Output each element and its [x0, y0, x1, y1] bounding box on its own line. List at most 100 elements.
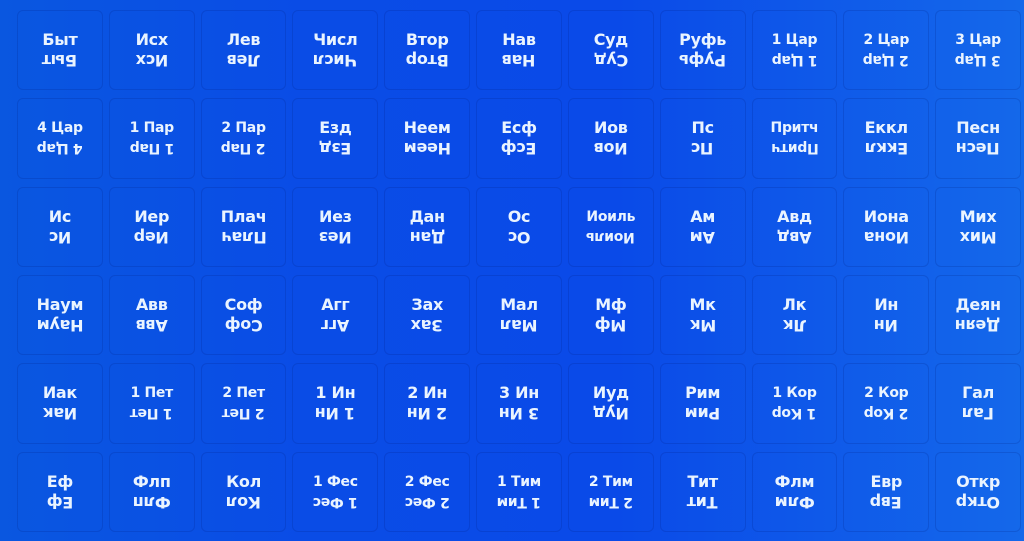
book-tab-label-upside-down: Ин: [874, 316, 899, 336]
book-tab-label: Иоиль: [586, 208, 636, 225]
book-tab-label-upside-down: Агг: [321, 316, 350, 336]
book-tab-label-upside-down: Ис: [48, 227, 72, 247]
book-tab: Наум Наум: [17, 275, 103, 356]
book-tab: Иона Иона: [843, 186, 930, 267]
book-tab: Деян Деян: [935, 275, 1021, 356]
book-tab-label-upside-down: 3 Ин: [499, 404, 539, 424]
book-tab-label-upside-down: Числ: [313, 51, 358, 71]
book-tab-label: Пс: [691, 118, 714, 138]
book-tab-label: Иона: [863, 206, 909, 226]
book-tab-label: 3 Ин: [499, 383, 539, 403]
book-tab: Притч Притч: [751, 98, 838, 179]
book-tab-label: 1 Цар: [771, 32, 818, 49]
book-tab: Иуд Иуд: [567, 363, 654, 444]
book-tab-label: 1 Тим: [497, 473, 541, 490]
book-tab-label-upside-down: Ос: [507, 227, 531, 247]
book-tab-label: Мал: [500, 295, 538, 315]
book-tab-label-upside-down: 1 Тим: [497, 493, 541, 510]
book-tab: 1 Фес 1 Фес: [292, 451, 379, 532]
book-tab-label: Наум: [36, 295, 84, 315]
book-tab-label: 1 Фес: [312, 473, 358, 490]
book-tab-label: 1 Пар: [129, 120, 175, 137]
book-tab-label: Авд: [777, 206, 812, 226]
book-tab-label-upside-down: Руфь: [679, 51, 727, 71]
book-tab-label: Втор: [405, 30, 449, 50]
book-tab-label-upside-down: 2 Ин: [407, 404, 448, 424]
book-tab-label-upside-down: Авд: [777, 227, 812, 247]
book-tab-label: Числ: [313, 30, 358, 50]
book-tab-label: Притч: [770, 120, 819, 137]
book-tab-label: 2 Цар: [863, 32, 910, 49]
book-tab: Руфь Руфь: [659, 10, 746, 91]
book-tab-label: Ин: [874, 295, 899, 315]
book-tab-label-upside-down: 1 Пар: [129, 140, 174, 157]
book-tab-label: Еккл: [864, 118, 908, 138]
book-tab: Ам Ам: [659, 186, 746, 267]
book-tab-label-upside-down: Рим: [685, 404, 721, 424]
book-tab: Соф Соф: [200, 275, 287, 356]
book-tab-label: Кол: [226, 471, 261, 491]
book-tab: Числ Числ: [292, 10, 379, 91]
book-tab: 2 Цар 2 Цар: [843, 10, 930, 91]
book-tab-label-upside-down: 4 Цар: [37, 140, 83, 157]
book-tab-label-upside-down: Лк: [782, 316, 807, 336]
book-tab-label: Лев: [226, 30, 261, 50]
book-tab-label-upside-down: 1 Ин: [315, 404, 356, 424]
book-tab-label: Деян: [955, 295, 1001, 315]
book-tab: Неем Неем: [384, 98, 471, 179]
book-tab-label: Флп: [132, 471, 171, 491]
book-tab-label: Иак: [42, 383, 77, 403]
book-tab: Еф Еф: [17, 451, 103, 532]
book-tab-label-upside-down: Гал: [962, 404, 994, 424]
book-tab: 2 Пар 2 Пар: [200, 98, 287, 179]
book-tab-label-upside-down: Нав: [502, 51, 536, 71]
book-tab: 1 Цар 1 Цар: [751, 10, 838, 91]
book-tab-label-upside-down: Евр: [870, 492, 903, 512]
book-tab: 1 Кор 1 Кор: [751, 363, 838, 444]
book-tab-label: Неем: [403, 118, 451, 138]
book-tab-label-upside-down: Еф: [46, 492, 74, 512]
book-tab: Откр Откр: [935, 451, 1021, 532]
book-tab-label-upside-down: Иоиль: [586, 228, 636, 245]
book-tab-label: Ис: [48, 206, 72, 226]
book-tab-label-upside-down: 2 Пет: [222, 405, 265, 422]
book-tab-label-upside-down: Иак: [42, 404, 77, 424]
book-tab: 2 Пет 2 Пет: [200, 363, 287, 444]
book-tab: Дан Дан: [384, 186, 471, 267]
book-tab-label-upside-down: Притч: [770, 140, 819, 157]
book-tab-label-upside-down: Авв: [135, 316, 168, 336]
book-tab: Суд Суд: [567, 10, 654, 91]
book-tab-label-upside-down: Дан: [409, 227, 445, 247]
book-tab-label-upside-down: 1 Кор: [772, 405, 817, 422]
book-tab: Быт Быт: [17, 10, 103, 91]
book-tab-label-upside-down: Лев: [226, 51, 261, 71]
book-tab-label: Гал: [962, 383, 994, 403]
book-tab-label: Авв: [135, 295, 168, 315]
book-tab-label-upside-down: Иез: [319, 227, 352, 247]
book-tab-label-upside-down: 2 Цар: [863, 52, 910, 69]
book-tab-label-upside-down: Втор: [405, 51, 449, 71]
book-tab: 3 Цар 3 Цар: [935, 10, 1021, 91]
book-tab-label-upside-down: 2 Тим: [588, 493, 633, 510]
book-tab: Лк Лк: [751, 275, 838, 356]
book-tab-label-upside-down: Есф: [501, 139, 537, 159]
book-tab-label: Есф: [501, 118, 537, 138]
book-tab-label: Исх: [135, 30, 169, 50]
book-tab-label: Дан: [409, 206, 446, 226]
book-tab: Мих Мих: [935, 186, 1021, 267]
book-tab-label: Соф: [224, 295, 263, 315]
book-tab: Гал Гал: [935, 363, 1021, 444]
book-tab: Кол Кол: [200, 451, 287, 532]
book-tab-label: Тит: [687, 471, 718, 491]
book-tab: Авв Авв: [108, 275, 195, 356]
book-tab-label: Ам: [690, 206, 716, 226]
book-tab-label: 1 Кор: [772, 385, 817, 402]
book-tab-label-upside-down: 2 Фес: [404, 493, 450, 510]
book-tab-label: Евр: [870, 471, 903, 491]
book-tab-label: 2 Пар: [221, 120, 266, 137]
book-tab-label: Мих: [959, 206, 997, 226]
book-tab: Песн Песн: [935, 98, 1021, 179]
book-tab: 2 Фес 2 Фес: [384, 451, 471, 532]
book-tab: Мф Мф: [567, 275, 654, 356]
book-tab-label-upside-down: Пс: [691, 139, 714, 159]
